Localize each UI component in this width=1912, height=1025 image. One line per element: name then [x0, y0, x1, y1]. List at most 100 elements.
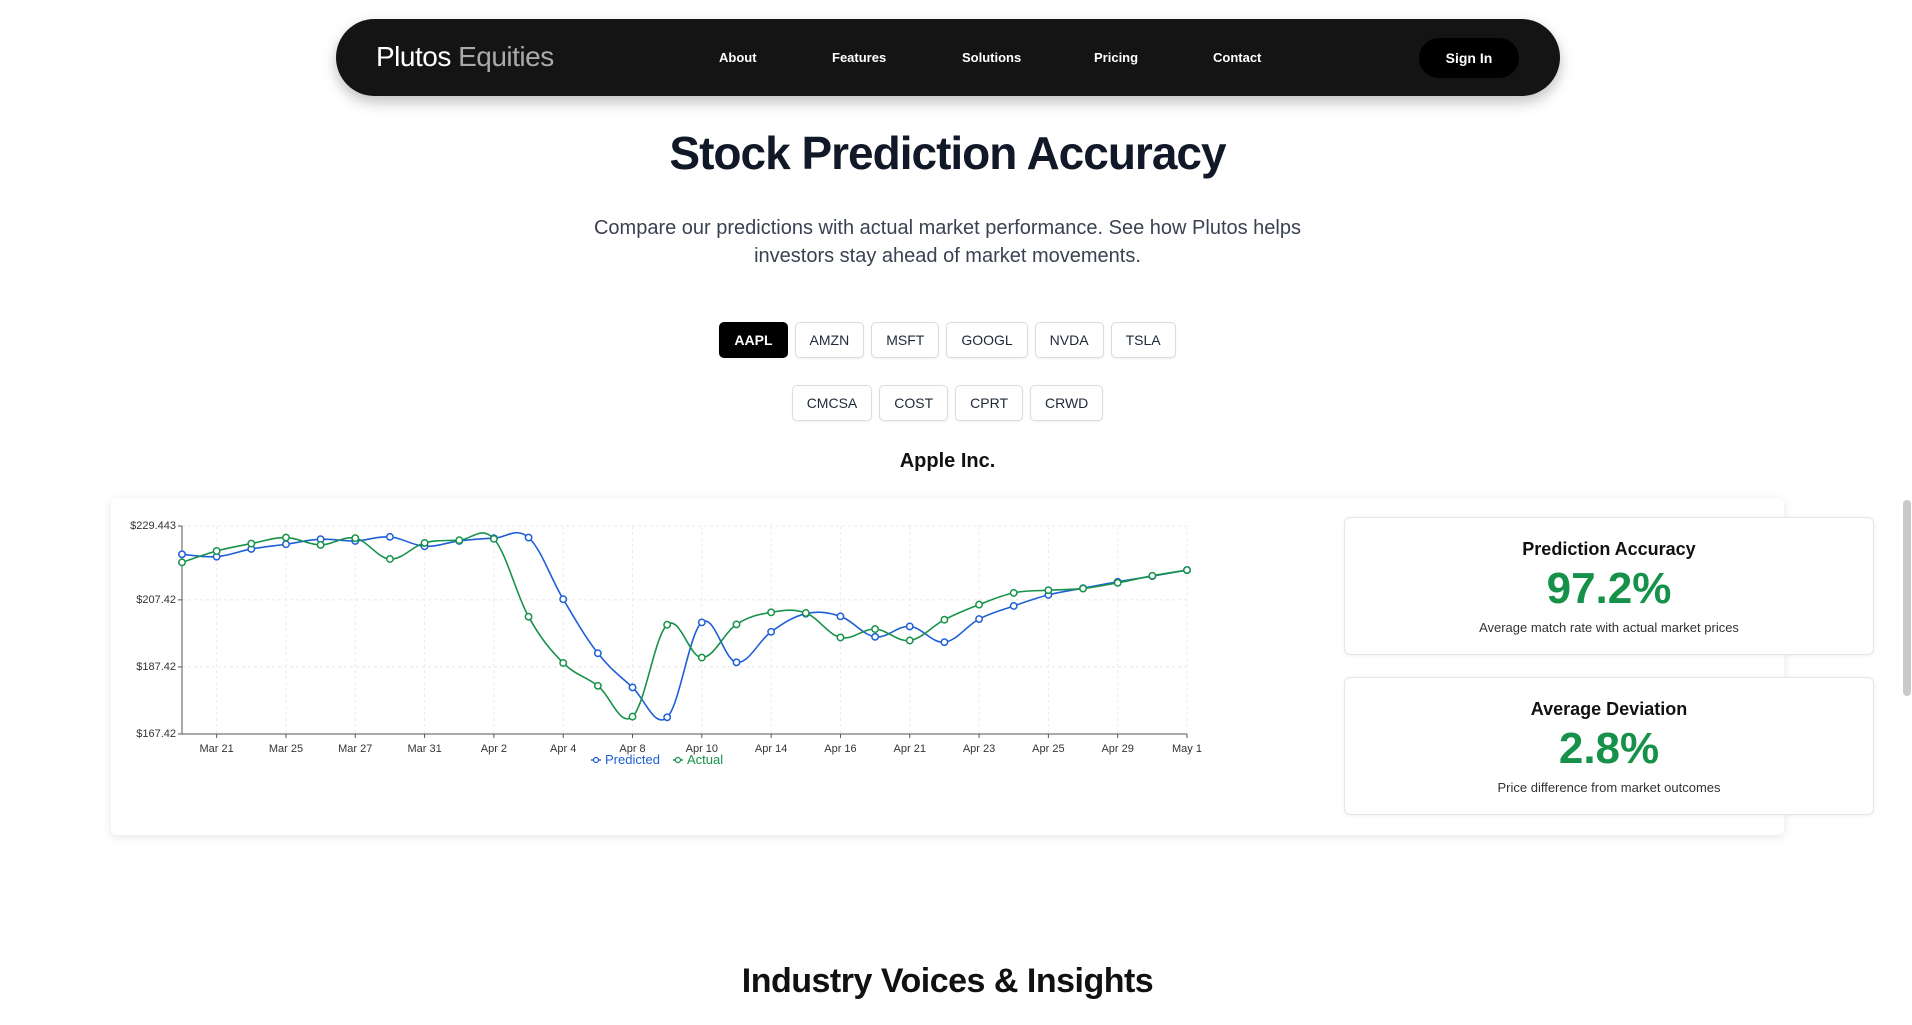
- ticker-button-tsla[interactable]: TSLA: [1110, 322, 1176, 358]
- chart-container: $229.443 $207.42 $187.42 $167.42 Mar 21 Mar 2…: [111, 498, 1211, 835]
- data-point-predicted: [1009, 602, 1018, 610]
- data-point-predicted: [905, 622, 914, 631]
- ticker-button-crwd[interactable]: CRWD: [1030, 385, 1104, 421]
- series-line-predicted: [181, 531, 1188, 721]
- data-point-predicted: [732, 658, 741, 667]
- legend-marker-predicted: [592, 756, 600, 764]
- data-point-predicted: [975, 615, 984, 623]
- nav-link-about[interactable]: About: [719, 50, 757, 65]
- ticker-button-googl[interactable]: GOOGL: [946, 322, 1028, 358]
- y-tick-label: $207.42: [136, 594, 176, 606]
- data-point-predicted: [697, 618, 706, 627]
- accuracy-card-value: 97.2%: [1546, 564, 1672, 613]
- x-tick-label: Apr 4: [550, 743, 576, 755]
- ticker-row-2: CMCSA COST CPRT CRWD: [0, 385, 1895, 421]
- data-point-predicted: [524, 533, 533, 542]
- ticker-button-nvda[interactable]: NVDA: [1034, 322, 1104, 358]
- data-point-predicted: [767, 627, 776, 636]
- sign-in-button[interactable]: Sign In: [1419, 38, 1519, 78]
- brand-logo[interactable]: Plutos Equities: [376, 41, 554, 73]
- company-name: Apple Inc.: [899, 450, 996, 472]
- data-point-actual: [1079, 584, 1087, 593]
- deviation-card-desc: Price difference from market outcomes: [1497, 780, 1721, 795]
- data-point-actual: [940, 615, 949, 624]
- nav-link-contact[interactable]: Contact: [1213, 50, 1261, 65]
- data-point-actual: [905, 636, 914, 645]
- page-title: Stock Prediction Accuracy: [669, 127, 1226, 179]
- data-point-predicted: [559, 595, 568, 604]
- prediction-chart[interactable]: $229.443 $207.42 $187.42 $167.42 Mar 21 Mar 2…: [111, 498, 1211, 835]
- brand-primary: Plutos: [376, 41, 451, 72]
- top-nav: Plutos Equities About Features Solutions…: [336, 19, 1560, 96]
- data-point-actual: [732, 620, 741, 629]
- data-point-predicted: [836, 612, 845, 621]
- x-tick-label: Apr 21: [894, 743, 926, 755]
- series-line-actual: [181, 532, 1188, 720]
- data-point-actual: [801, 609, 810, 617]
- data-point-actual: [1148, 571, 1157, 580]
- data-point-actual: [628, 712, 637, 721]
- data-point-predicted: [178, 550, 186, 559]
- y-tick-label: $187.42: [136, 661, 176, 673]
- ticker-button-cost[interactable]: COST: [879, 385, 949, 421]
- data-point-actual: [836, 633, 845, 642]
- accuracy-card: Prediction Accuracy 97.2% Average match …: [1344, 517, 1874, 655]
- data-point-actual: [871, 625, 880, 634]
- y-tick-label: $167.42: [136, 728, 176, 740]
- data-point-actual: [524, 612, 533, 621]
- data-point-actual: [420, 538, 429, 547]
- x-tick-label: Mar 21: [200, 743, 234, 755]
- data-point-actual: [385, 555, 394, 563]
- x-tick-label: Mar 31: [407, 743, 441, 755]
- x-tick-label: Mar 25: [269, 743, 303, 755]
- data-point-predicted: [282, 540, 290, 549]
- data-point-actual: [351, 534, 360, 543]
- accuracy-card-title: Prediction Accuracy: [1522, 539, 1696, 559]
- data-point-actual: [559, 659, 568, 667]
- legend-label-predicted: Predicted: [605, 752, 660, 767]
- data-point-actual: [1183, 566, 1191, 575]
- page: Plutos Equities About Features Solutions…: [0, 0, 1912, 1025]
- deviation-card: Average Deviation 2.8% Price difference …: [1344, 677, 1874, 815]
- x-tick-label: Apr 2: [481, 743, 507, 755]
- x-tick-label: Apr 25: [1032, 743, 1064, 755]
- x-tick-label: Apr 14: [755, 743, 787, 755]
- x-tick-label: Apr 29: [1101, 743, 1133, 755]
- page-subtitle: Compare our predictions with actual mark…: [593, 217, 1301, 267]
- data-point-actual: [455, 536, 464, 545]
- prediction-panel: $229.443 $207.42 $187.42 $167.42 Mar 21 Mar 2…: [111, 498, 1874, 835]
- data-point-actual: [1009, 588, 1018, 597]
- data-point-actual: [178, 558, 186, 567]
- y-tick-label: $229.443: [130, 520, 176, 532]
- ticker-button-cmcsa[interactable]: CMCSA: [791, 385, 873, 421]
- data-point-actual: [1113, 578, 1122, 587]
- ticker-row-1: AAPL AMZN MSFT GOOGL NVDA TSLA: [0, 322, 1895, 358]
- ticker-button-amzn[interactable]: AMZN: [794, 322, 865, 358]
- data-point-predicted: [940, 638, 949, 647]
- x-tick-label: Apr 16: [824, 743, 856, 755]
- data-point-predicted: [663, 713, 672, 722]
- data-point-predicted: [385, 532, 394, 541]
- data-point-predicted: [871, 632, 880, 641]
- deviation-card-value: 2.8%: [1558, 724, 1660, 773]
- nav-link-solutions[interactable]: Solutions: [962, 50, 1021, 65]
- ticker-button-msft[interactable]: MSFT: [871, 322, 940, 358]
- data-point-actual: [247, 539, 256, 548]
- page-scrollbar[interactable]: [1903, 500, 1911, 696]
- x-tick-label: Mar 27: [338, 743, 372, 755]
- data-point-actual: [282, 533, 290, 542]
- data-point-actual: [975, 600, 984, 609]
- data-point-actual: [316, 540, 325, 549]
- data-point-actual: [593, 681, 602, 690]
- data-point-actual: [767, 608, 776, 617]
- data-point-actual: [663, 620, 672, 629]
- nav-link-features[interactable]: Features: [832, 50, 886, 65]
- nav-link-pricing[interactable]: Pricing: [1094, 50, 1138, 65]
- ticker-button-cprt[interactable]: CPRT: [955, 385, 1023, 421]
- data-point-actual: [212, 547, 221, 555]
- ticker-button-aapl[interactable]: AAPL: [719, 322, 788, 358]
- data-point-actual: [1044, 586, 1053, 595]
- data-point-predicted: [593, 649, 602, 658]
- accuracy-card-desc: Average match rate with actual market pr…: [1479, 620, 1739, 635]
- data-point-actual: [489, 534, 498, 543]
